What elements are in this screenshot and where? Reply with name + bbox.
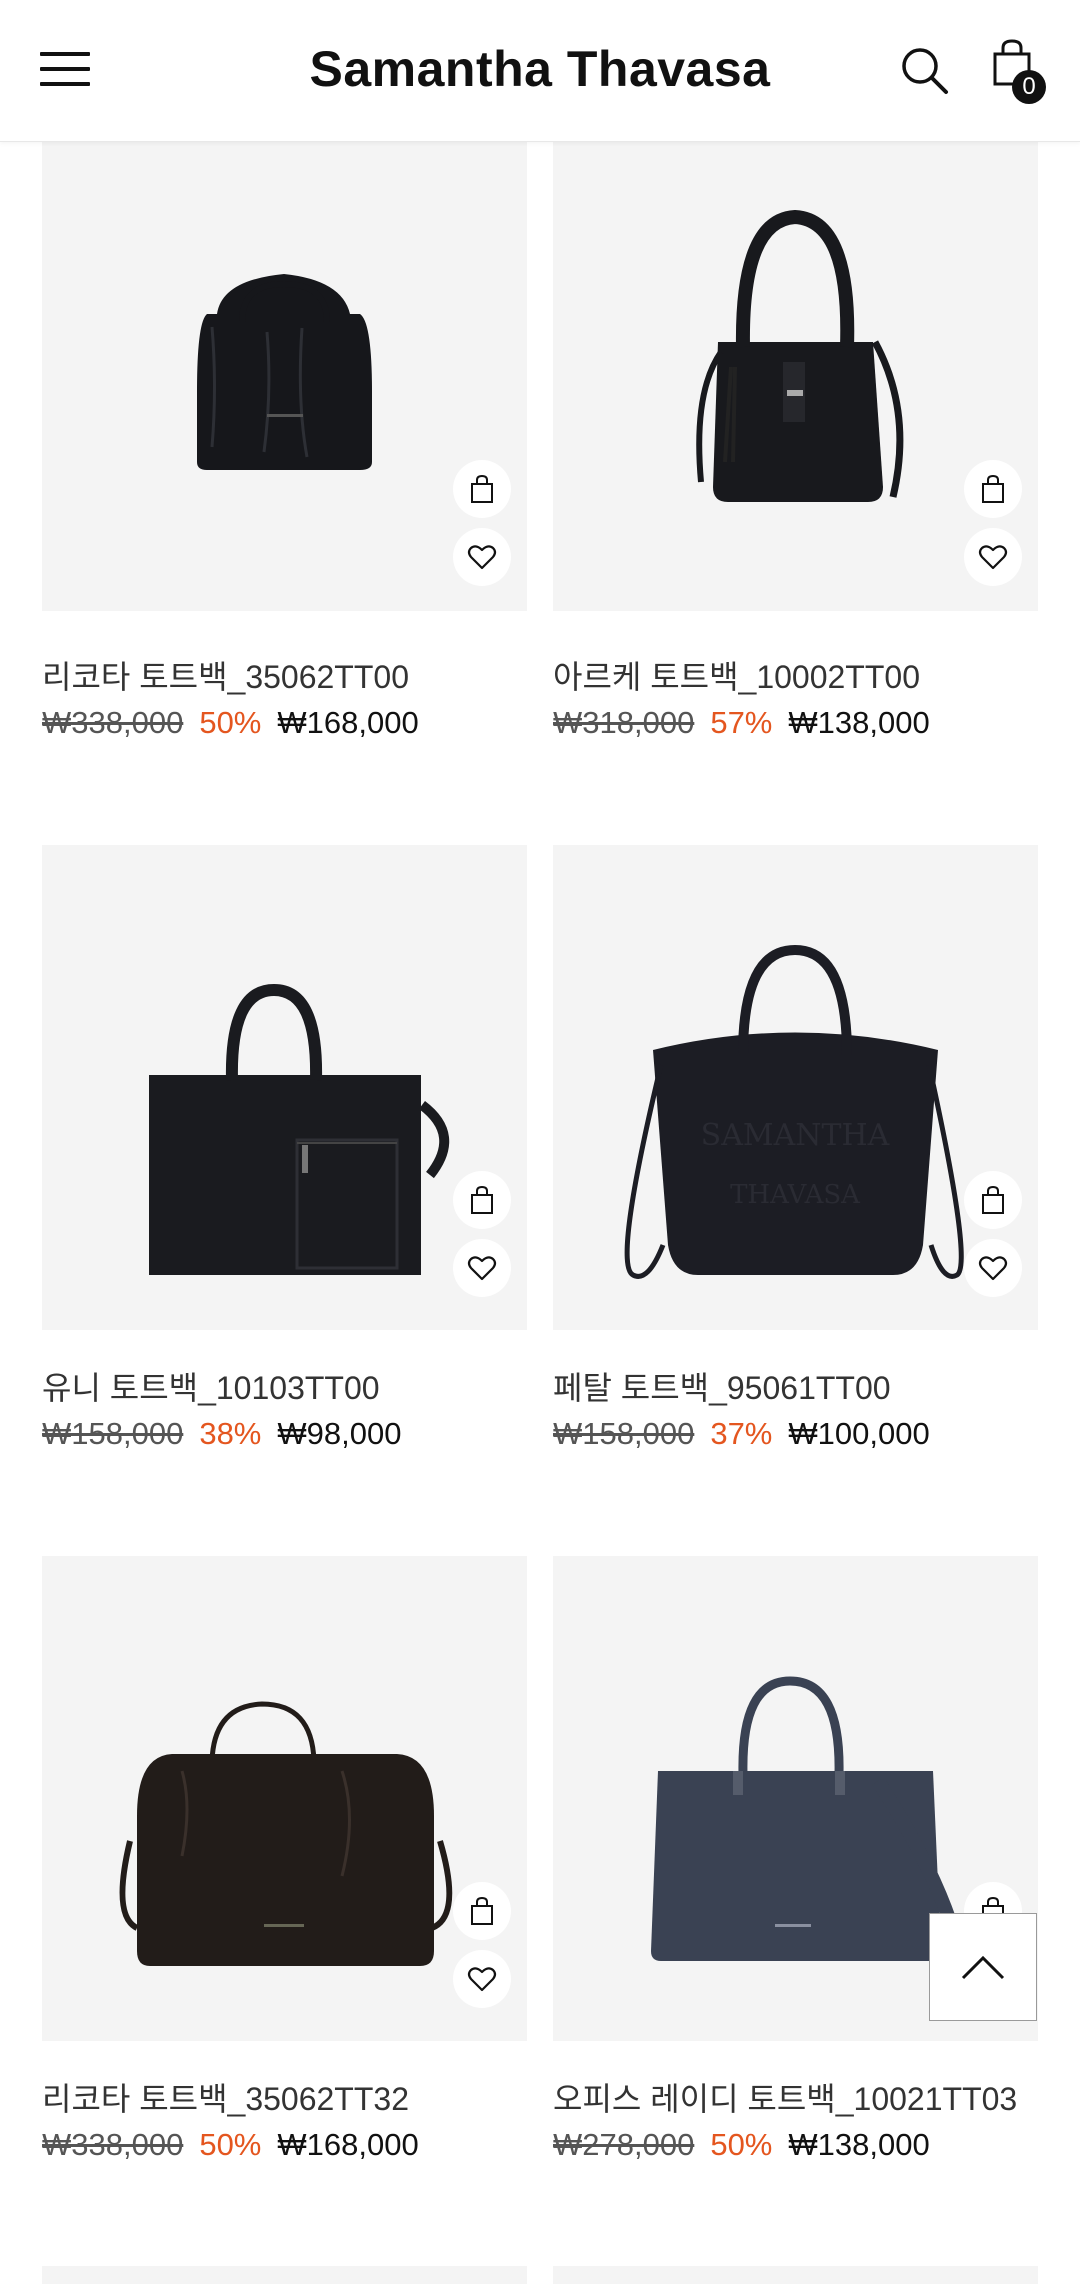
add-to-cart-button[interactable] [964,1171,1022,1229]
sale-price: ₩138,000 [788,705,930,740]
heart-icon [467,545,497,570]
add-to-cart-button[interactable] [453,1171,511,1229]
original-price: ₩318,000 [553,705,695,740]
sale-price: ₩168,000 [277,2127,419,2162]
heart-icon [467,1967,497,1992]
discount-rate: 38% [199,1416,262,1451]
original-price: ₩338,000 [42,2127,184,2162]
sale-price: ₩100,000 [788,1416,930,1451]
add-to-cart-button[interactable] [453,1882,511,1940]
top-header: Samantha Thavasa 0 [0,0,1080,142]
sale-price: ₩138,000 [788,2127,930,2162]
product-name[interactable]: 아르케 토트백_10002TT00 [553,652,920,698]
wishlist-button[interactable] [964,528,1022,586]
add-to-cart-button[interactable] [964,460,1022,518]
price-row: ₩278,000 50% ₩138,000 [553,2127,930,2163]
heart-icon [978,545,1008,570]
product-name[interactable]: 리코타 토트백_35062TT00 [42,652,409,698]
wishlist-button[interactable] [453,1239,511,1297]
price-row: ₩338,000 50% ₩168,000 [42,705,419,741]
cart-count-badge: 0 [1012,70,1046,104]
scroll-to-top-button[interactable] [929,1913,1037,2021]
cart-button[interactable]: 0 [990,38,1050,108]
shopping-bag-icon [471,474,493,503]
search-icon [902,48,948,94]
heart-icon [978,1256,1008,1281]
price-row: ₩318,000 57% ₩138,000 [553,705,930,741]
discount-rate: 57% [710,705,773,740]
product-image[interactable]: SAMANTHA THAVASA [553,845,1038,1330]
price-row: ₩158,000 37% ₩100,000 [553,1416,930,1452]
product-name[interactable]: 오피스 레이디 토트백_10021TT03 [553,2074,1017,2120]
svg-text:THAVASA: THAVASA [730,1180,861,1210]
shopping-bag-icon [982,1185,1004,1214]
product-image[interactable] [42,1556,527,2041]
sale-price: ₩98,000 [277,1416,402,1451]
price-row: ₩338,000 50% ₩168,000 [42,2127,419,2163]
original-price: ₩278,000 [553,2127,695,2162]
original-price: ₩158,000 [553,1416,695,1451]
shopping-bag-icon [471,1896,493,1925]
wishlist-button[interactable] [453,1950,511,2008]
product-name[interactable]: 유니 토트백_10103TT00 [42,1363,380,1409]
shopping-bag-icon [471,1185,493,1214]
discount-rate: 50% [199,2127,262,2162]
search-button[interactable] [898,44,952,98]
original-price: ₩158,000 [42,1416,184,1451]
product-name[interactable]: 리코타 토트백_35062TT32 [42,2074,409,2120]
product-image-partial[interactable] [42,2266,527,2284]
svg-text:SAMANTHA: SAMANTHA [701,1118,890,1153]
product-image-partial[interactable] [553,2266,1038,2284]
original-price: ₩338,000 [42,705,184,740]
discount-rate: 37% [710,1416,773,1451]
heart-icon [467,1256,497,1281]
wishlist-button[interactable] [453,528,511,586]
chevron-up-icon [961,1955,1005,1980]
shopping-bag-icon [982,474,1004,503]
wishlist-button[interactable] [964,1239,1022,1297]
sale-price: ₩168,000 [277,705,419,740]
product-image[interactable] [42,845,527,1330]
discount-rate: 50% [199,705,262,740]
price-row: ₩158,000 38% ₩98,000 [42,1416,401,1452]
add-to-cart-button[interactable] [453,460,511,518]
discount-rate: 50% [710,2127,773,2162]
product-name[interactable]: 페탈 토트백_95061TT00 [553,1363,891,1409]
